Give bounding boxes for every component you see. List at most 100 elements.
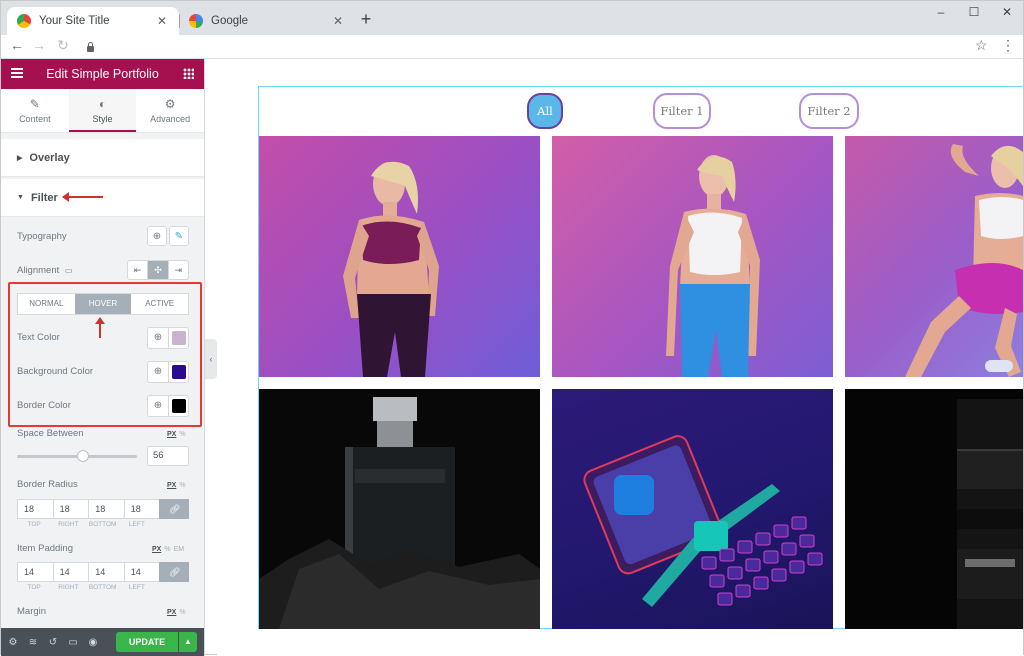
- globe-icon[interactable]: ⊕: [147, 226, 167, 246]
- portfolio-item-fitness-woman-3[interactable]: [845, 136, 1023, 377]
- browser-menu-icon[interactable]: ⋮: [1001, 37, 1015, 54]
- panel-tabs: ✎ Content ◐ Style ⚙ Advanced: [1, 89, 204, 133]
- panel-title: Edit Simple Portfolio: [46, 67, 159, 81]
- filter-button-2[interactable]: Filter 2: [799, 93, 859, 129]
- close-window-button[interactable]: ✕: [992, 5, 1022, 19]
- collapse-panel-chevron-icon[interactable]: ‹: [205, 339, 217, 379]
- tab-style[interactable]: ◐ Style: [68, 89, 137, 132]
- portfolio-item-perfume[interactable]: [259, 389, 540, 629]
- preview-eye-icon[interactable]: ◉: [85, 637, 101, 648]
- dim-label-bottom: BOTTOM: [88, 584, 117, 591]
- filter-button-all[interactable]: All: [527, 93, 563, 129]
- section-filter[interactable]: ▼ Filter: [1, 179, 204, 217]
- text-color-swatch[interactable]: [172, 331, 186, 345]
- slider-handle[interactable]: [77, 450, 89, 462]
- padding-left[interactable]: 14: [123, 562, 160, 582]
- responsive-mode-icon[interactable]: ▭: [65, 637, 81, 648]
- padding-right[interactable]: 14: [52, 562, 89, 582]
- history-icon[interactable]: ↺: [45, 637, 61, 648]
- border-radius-inputs: 18 18 18 18 🔗︎: [17, 499, 189, 519]
- padding-bottom[interactable]: 14: [88, 562, 124, 582]
- tab-content[interactable]: ✎ Content: [1, 89, 69, 132]
- unit-em[interactable]: EM: [174, 546, 185, 553]
- portfolio-item-fitness-woman-2[interactable]: [552, 136, 833, 377]
- border-radius-right[interactable]: 18: [52, 499, 89, 519]
- space-between-input[interactable]: 56: [147, 446, 189, 466]
- background-color-swatch[interactable]: [172, 365, 186, 379]
- filter-button-1[interactable]: Filter 1: [653, 93, 711, 129]
- tab-label: Style: [92, 114, 113, 124]
- tab-label: Advanced: [150, 114, 191, 124]
- unit-percent[interactable]: %: [179, 482, 185, 489]
- browser-toolbar: ← → ↻ ☆ ⋮: [1, 35, 1023, 59]
- unit-px[interactable]: PX: [167, 609, 176, 616]
- item-padding-label: Item Padding: [17, 543, 73, 554]
- state-tab-hover[interactable]: HOVER: [74, 294, 132, 314]
- close-tab-icon[interactable]: ✕: [155, 14, 169, 28]
- minimize-button[interactable]: –: [926, 5, 956, 19]
- tab-your-site-title[interactable]: Your Site Title ✕: [7, 7, 179, 35]
- unit-px[interactable]: PX: [167, 482, 176, 489]
- edit-pencil-icon[interactable]: ✎: [169, 226, 189, 246]
- portfolio-item-fitness-woman-1[interactable]: [259, 136, 540, 377]
- new-tab-button[interactable]: +: [356, 9, 376, 30]
- unit-selector[interactable]: PX%: [167, 482, 186, 489]
- unit-selector[interactable]: PX%: [167, 431, 186, 438]
- back-arrow-icon[interactable]: ←: [8, 37, 26, 53]
- google-icon: [189, 14, 203, 28]
- widgets-grid-icon[interactable]: [183, 68, 194, 79]
- unit-percent[interactable]: %: [179, 431, 185, 438]
- unit-selector[interactable]: PX%: [167, 609, 186, 616]
- dim-label-right: RIGHT: [58, 521, 79, 528]
- editor-panel: Edit Simple Portfolio ✎ Content ◐ Style …: [1, 59, 205, 656]
- unit-percent[interactable]: %: [179, 609, 185, 616]
- update-button[interactable]: UPDATE: [116, 632, 178, 652]
- border-radius-top[interactable]: 18: [17, 499, 53, 519]
- unit-selector[interactable]: PX% EM: [152, 546, 184, 553]
- forward-arrow-icon[interactable]: →: [30, 37, 48, 53]
- background-color-label: Background Color: [17, 366, 94, 377]
- unit-px[interactable]: PX: [167, 431, 176, 438]
- layers-icon[interactable]: ≋: [25, 637, 41, 648]
- maximize-button[interactable]: ☐: [959, 5, 989, 19]
- state-tab-active[interactable]: ACTIVE: [131, 294, 188, 314]
- border-radius-bottom[interactable]: 18: [88, 499, 124, 519]
- update-options-caret-icon[interactable]: ▲: [179, 632, 197, 652]
- border-radius-left[interactable]: 18: [123, 499, 160, 519]
- padding-top[interactable]: 14: [17, 562, 53, 582]
- space-between-label: Space Between: [17, 428, 84, 439]
- dimension-labels: TOP RIGHT BOTTOM LEFT: [17, 521, 154, 528]
- perfume-bottle-image: [259, 397, 540, 629]
- tab-bar: Your Site Title ✕ Google ✕ + – ☐ ✕: [1, 1, 1023, 35]
- globe-icon[interactable]: ⊕: [148, 396, 169, 416]
- bookmark-star-icon[interactable]: ☆: [975, 37, 988, 54]
- portfolio-item-gadgets[interactable]: [552, 389, 833, 629]
- tab-advanced[interactable]: ⚙ Advanced: [136, 89, 204, 132]
- reload-icon[interactable]: ↻: [54, 37, 72, 54]
- unit-px[interactable]: PX: [152, 546, 161, 553]
- unit-percent[interactable]: %: [164, 546, 170, 553]
- align-right-icon[interactable]: ⇥: [169, 261, 188, 279]
- close-tab-icon[interactable]: ✕: [331, 14, 345, 28]
- lock-icon: [87, 41, 94, 52]
- panel-header: Edit Simple Portfolio: [1, 59, 204, 89]
- globe-icon[interactable]: ⊕: [148, 362, 169, 382]
- globe-icon[interactable]: ⊕: [148, 328, 169, 348]
- tab-title: Google: [211, 15, 249, 27]
- settings-gear-icon[interactable]: ⚙: [5, 637, 21, 648]
- state-tab-normal[interactable]: NORMAL: [18, 294, 75, 314]
- section-overlay[interactable]: ▶ Overlay: [1, 139, 204, 177]
- align-left-icon[interactable]: ⇤: [128, 261, 149, 279]
- align-center-icon[interactable]: ✣: [148, 261, 169, 279]
- text-color-control: ⊕: [147, 327, 189, 349]
- tab-google[interactable]: Google ✕: [179, 7, 355, 35]
- space-between-slider[interactable]: [17, 450, 137, 462]
- link-icon[interactable]: 🔗︎: [159, 562, 189, 582]
- hamburger-menu-icon[interactable]: [11, 68, 23, 78]
- address-bar[interactable]: [79, 37, 1001, 56]
- link-icon[interactable]: 🔗︎: [159, 499, 189, 519]
- portfolio-item-camera[interactable]: [845, 389, 1023, 629]
- border-color-swatch[interactable]: [172, 399, 186, 413]
- fitness-woman-image: [905, 144, 1023, 377]
- alignment-choices: ⇤ ✣ ⇥: [127, 260, 189, 280]
